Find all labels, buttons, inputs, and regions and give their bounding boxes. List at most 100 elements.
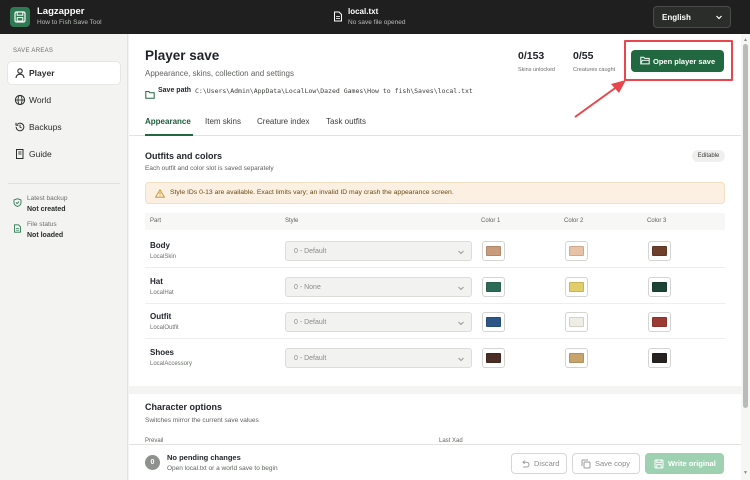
language-select[interactable]: English xyxy=(653,6,731,28)
hat-color-1-picker[interactable] xyxy=(482,277,505,297)
main-panel: Player save Appearance, skins, collectio… xyxy=(129,34,741,480)
shoes-style-select[interactable]: 0 - Default xyxy=(285,348,472,368)
column-header-color-3: Color 3 xyxy=(647,218,667,224)
latest-backup-label: Latest backup xyxy=(27,195,68,202)
globe-icon xyxy=(14,94,26,106)
scrollbar-thumb[interactable] xyxy=(743,44,748,408)
color-swatch xyxy=(486,353,501,363)
character-options-subtitle: Switches mirror the current save values xyxy=(145,417,259,424)
document-icon xyxy=(333,9,343,27)
pending-changes-title: No pending changes xyxy=(167,453,241,462)
tab-bar: Appearance Item skins Creature index Tas… xyxy=(129,111,741,136)
outfits-table-header: Part Style Color 1 Color 2 Color 3 xyxy=(145,213,725,230)
sidebar-item-guide[interactable]: Guide xyxy=(8,143,120,165)
tab-appearance[interactable]: Appearance xyxy=(145,117,191,126)
write-original-button[interactable]: Write original xyxy=(645,453,724,474)
app-title: Lagzapper xyxy=(37,6,85,17)
undo-icon xyxy=(520,459,530,471)
creatures-caught-count: 0/55 xyxy=(573,50,594,62)
color-swatch xyxy=(569,246,584,256)
file-status-value: Not loaded xyxy=(27,232,64,239)
warning-text: Style IDs 0-13 are available. Exact limi… xyxy=(170,189,454,196)
discard-label: Discard xyxy=(534,459,560,468)
save-path-label: Save path xyxy=(158,87,192,94)
sidebar-item-label: Guide xyxy=(29,149,52,159)
folder-icon xyxy=(145,86,155,104)
save-path-value: C:\Users\Admin\AppData\LocalLow\Dazed Ga… xyxy=(195,87,473,95)
row-divider xyxy=(145,267,725,268)
sidebar-divider xyxy=(8,183,120,184)
body-style-select[interactable]: 0 - Default xyxy=(285,241,472,261)
color-swatch xyxy=(652,317,667,327)
shield-check-icon xyxy=(13,194,22,207)
shoes-color-3-picker[interactable] xyxy=(648,348,671,368)
hat-style-select[interactable]: 0 - None xyxy=(285,277,472,297)
sidebar-item-player[interactable]: Player xyxy=(8,62,120,84)
skins-unlocked-label: Skins unlocked xyxy=(518,67,555,73)
discard-button[interactable]: Discard xyxy=(511,453,567,474)
body-color-3-picker[interactable] xyxy=(648,241,671,261)
style-select-value: 0 - Default xyxy=(294,248,327,255)
color-swatch xyxy=(486,317,501,327)
color-swatch xyxy=(652,282,667,292)
disk-icon xyxy=(654,459,664,471)
color-swatch xyxy=(486,282,501,292)
sidebar-item-world[interactable]: World xyxy=(8,89,120,111)
pending-count-badge: 0 xyxy=(145,455,160,470)
tab-creature-index[interactable]: Creature index xyxy=(257,117,309,126)
creatures-caught-label: Creatures caught xyxy=(573,67,616,73)
color-swatch xyxy=(569,282,584,292)
row-divider xyxy=(145,303,725,304)
color-swatch xyxy=(652,246,667,256)
tab-task-outfits[interactable]: Task outfits xyxy=(326,117,366,126)
column-header-color-2: Color 2 xyxy=(564,218,584,224)
chevron-down-icon xyxy=(457,248,465,258)
row-part-name: Hat xyxy=(150,277,163,286)
body-color-1-picker[interactable] xyxy=(482,241,505,261)
chevron-down-icon xyxy=(457,319,465,329)
outfits-section-title: Outfits and colors xyxy=(145,151,223,161)
current-file-name: local.txt xyxy=(348,7,379,16)
file-icon xyxy=(13,220,22,233)
character-options-title: Character options xyxy=(145,402,223,412)
sidebar-heading: SAVE AREAS xyxy=(13,48,54,54)
style-id-warning: Style IDs 0-13 are available. Exact limi… xyxy=(145,182,725,204)
current-file-status: No save file opened xyxy=(348,19,406,26)
row-part-key: LocalAccessory xyxy=(150,361,193,367)
page-title: Player save xyxy=(145,48,220,63)
outfit-color-1-picker[interactable] xyxy=(482,312,505,332)
shoes-color-1-picker[interactable] xyxy=(482,348,505,368)
outfit-color-2-picker[interactable] xyxy=(565,312,588,332)
hat-color-2-picker[interactable] xyxy=(565,277,588,297)
sidebar-item-backups[interactable]: Backups xyxy=(8,116,120,138)
color-swatch xyxy=(486,246,501,256)
color-swatch xyxy=(652,353,667,363)
chevron-down-icon xyxy=(715,13,723,23)
skins-unlocked-count: 0/153 xyxy=(518,50,545,62)
shoes-color-2-picker[interactable] xyxy=(565,348,588,368)
row-part-name: Outfit xyxy=(150,312,172,321)
hat-color-3-picker[interactable] xyxy=(648,277,671,297)
color-swatch xyxy=(569,353,584,363)
column-header-style: Style xyxy=(285,218,299,224)
row-divider xyxy=(145,338,725,339)
sidebar-item-label: World xyxy=(29,95,52,105)
chevron-down-icon xyxy=(457,355,465,365)
scroll-up-arrow-icon[interactable]: ▲ xyxy=(743,37,748,43)
file-status-label: File status xyxy=(27,221,57,228)
outfit-style-select[interactable]: 0 - Default xyxy=(285,312,472,332)
scroll-down-arrow-icon[interactable]: ▼ xyxy=(743,470,748,476)
save-copy-button[interactable]: Save copy xyxy=(572,453,640,474)
latest-backup-value: Not created xyxy=(27,206,66,213)
sidebar-item-label: Player xyxy=(29,68,55,78)
language-select-value: English xyxy=(662,13,691,22)
outfit-color-3-picker[interactable] xyxy=(648,312,671,332)
tab-item-skins[interactable]: Item skins xyxy=(205,117,241,126)
body-color-2-picker[interactable] xyxy=(565,241,588,261)
copy-icon xyxy=(581,459,591,471)
section-separator xyxy=(129,386,741,394)
editable-badge: Editable xyxy=(692,150,725,162)
sidebar: SAVE AREAS Player World Backups Guide La… xyxy=(0,34,128,480)
active-tab-indicator xyxy=(145,134,193,136)
column-header-color-1: Color 1 xyxy=(481,218,501,224)
